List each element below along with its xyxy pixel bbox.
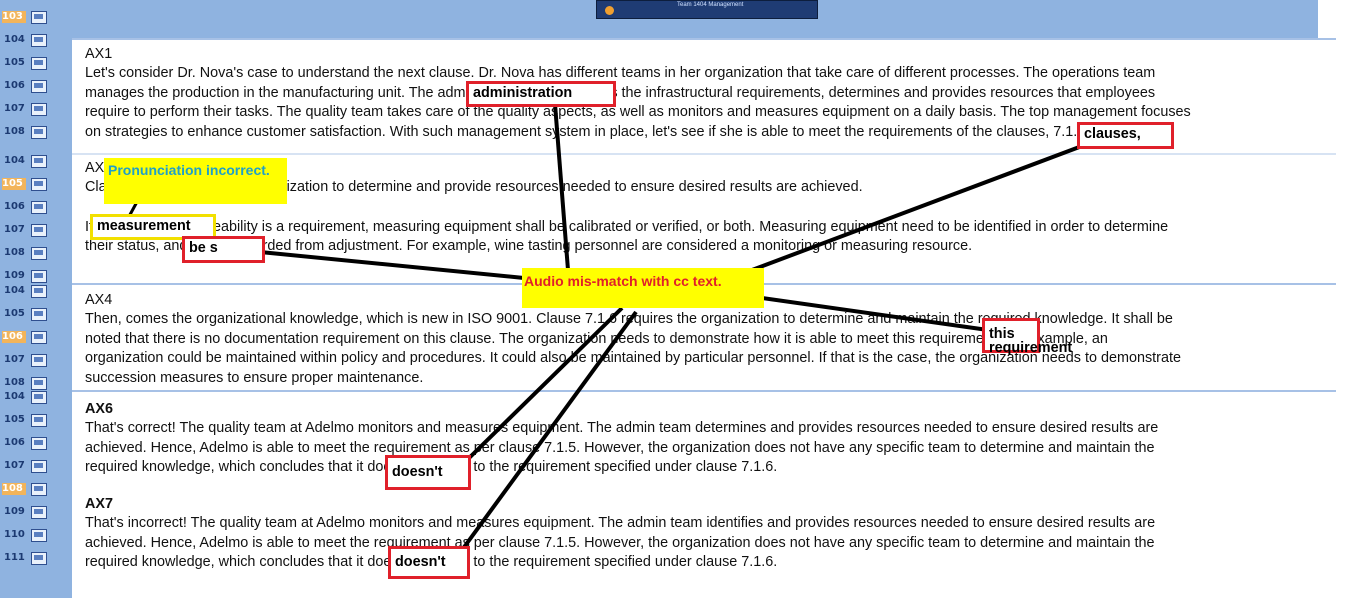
- box-be-s: be s: [182, 236, 265, 263]
- box-this-requirement: this requirement: [982, 318, 1072, 355]
- line-to-this-requirement: [761, 296, 989, 332]
- box-doesnt-2: doesn't: [388, 546, 470, 579]
- box-clauses: clauses,: [1077, 122, 1174, 149]
- box-doesnt-1: doesn't: [385, 455, 471, 490]
- box-administration: administration: [466, 81, 616, 107]
- line-to-doesnt-2: [460, 310, 638, 552]
- pronunciation-callout: Pronunciation incorrect.: [104, 158, 287, 204]
- line-to-clauses: [751, 138, 1099, 272]
- line-to-administration: [553, 103, 570, 271]
- audio-mismatch-callout: Audio mis-match with cc text.: [522, 268, 764, 308]
- line-to-be-s: [259, 250, 525, 280]
